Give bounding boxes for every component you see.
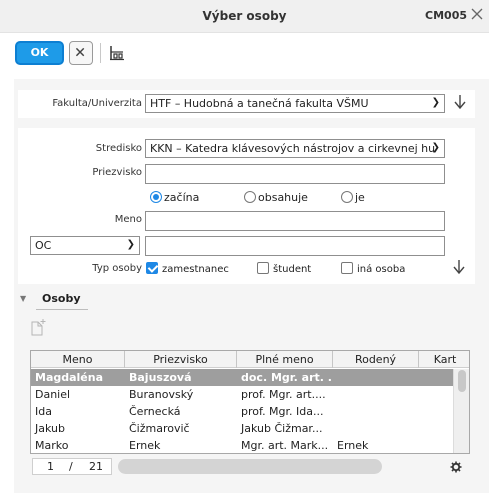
table-row[interactable]: Marko Ernek Mgr. art. Mark... Ernek bbox=[31, 437, 455, 453]
cell-plne-meno: Jakub Čižmar... bbox=[241, 422, 323, 435]
checkbox-student[interactable]: študent bbox=[257, 262, 311, 276]
radio-zacina-label: začína bbox=[164, 191, 200, 204]
stredisko-value: KKN – Katedra klávesových nástrojov a ci… bbox=[150, 142, 436, 155]
meno-label: Meno bbox=[114, 214, 142, 225]
oc-select-value: OC bbox=[35, 239, 52, 252]
page-total: 21 bbox=[89, 460, 103, 473]
radio-obsahuje-label: obsahuje bbox=[258, 191, 308, 204]
table-row[interactable]: Magdaléna Bajuszová doc. Mgr. art. ... bbox=[31, 369, 455, 386]
cell-priezvisko: Černecká bbox=[129, 405, 181, 418]
chevron-down-icon: ❯ bbox=[431, 97, 440, 108]
radio-dot bbox=[150, 191, 162, 203]
cell-meno: Marko bbox=[35, 439, 69, 452]
vertical-scrollbar[interactable] bbox=[453, 369, 469, 453]
cell-plne-meno: prof. Mgr. art.... bbox=[241, 388, 326, 401]
column-header-kart[interactable]: Kart bbox=[419, 351, 469, 368]
cell-rodeny bbox=[335, 369, 419, 386]
stredisko-select[interactable]: KKN – Katedra klávesových nástrojov a ci… bbox=[145, 139, 445, 158]
table-row[interactable]: Ida Černecká prof. Mgr. Ida... bbox=[31, 403, 455, 420]
radio-zacina[interactable]: začína bbox=[150, 191, 199, 205]
faculty-select[interactable]: HTF – Hudobná a tanečná fakulta VŠMU ❯ bbox=[145, 94, 445, 113]
radio-dot bbox=[244, 191, 256, 203]
radio-je-label: je bbox=[355, 191, 365, 204]
cell-plne-meno: doc. Mgr. art. ... bbox=[241, 371, 333, 384]
checkbox-box bbox=[257, 262, 269, 274]
window-title: Výber osoby bbox=[202, 9, 287, 23]
priezvisko-label: Priezvisko bbox=[92, 167, 142, 178]
radio-dot bbox=[341, 191, 353, 203]
oc-select[interactable]: OC ❯ bbox=[30, 236, 140, 255]
hierarchy-icon[interactable] bbox=[107, 43, 127, 63]
checkbox-ina-osoba[interactable]: iná osoba bbox=[341, 262, 405, 276]
chevron-down-icon: ❯ bbox=[126, 239, 135, 250]
column-header-priezvisko[interactable]: Priezvisko bbox=[125, 351, 237, 368]
priezvisko-input[interactable] bbox=[145, 164, 445, 184]
column-header-plne-meno[interactable]: Plné meno bbox=[237, 351, 333, 368]
osoby-underline bbox=[36, 309, 88, 310]
osoby-section-header[interactable]: ▼ Osoby bbox=[14, 288, 489, 310]
page-current: 1 bbox=[47, 460, 54, 473]
table-header: Meno Priezvisko Plné meno Rodený Kart bbox=[31, 351, 469, 368]
window-code: CM005 bbox=[425, 9, 467, 22]
cell-meno: Jakub bbox=[35, 422, 65, 435]
checkbox-ina-osoba-label: iná osoba bbox=[357, 264, 406, 275]
table-row[interactable]: Jakub Čižmarovič Jakub Čižmar... bbox=[31, 420, 455, 437]
cell-plne-meno: Mgr. art. Mark... bbox=[241, 439, 329, 452]
cell-meno: Daniel bbox=[35, 388, 71, 401]
close-icon[interactable] bbox=[469, 6, 485, 22]
cell-meno: Ida bbox=[35, 405, 52, 418]
page-separator: / bbox=[69, 460, 73, 473]
osoby-title: Osoby bbox=[42, 292, 81, 305]
arrow-down-icon[interactable] bbox=[452, 259, 466, 275]
meno-input[interactable] bbox=[145, 211, 445, 231]
toolbar: OK bbox=[0, 34, 489, 72]
stredisko-label: Stredisko bbox=[95, 143, 142, 154]
checkbox-zamestnanec[interactable]: zamestnanec bbox=[146, 262, 229, 276]
arrow-down-icon[interactable] bbox=[453, 94, 467, 110]
cell-priezvisko: Čižmarovič bbox=[129, 422, 190, 435]
checkbox-zamestnanec-label: zamestnanec bbox=[162, 264, 229, 275]
ok-button[interactable]: OK bbox=[15, 41, 64, 65]
page-indicator[interactable]: 1 / 21 bbox=[32, 458, 112, 475]
chevron-down-icon: ❯ bbox=[431, 142, 440, 153]
cancel-button[interactable] bbox=[69, 41, 93, 65]
column-header-meno[interactable]: Meno bbox=[31, 351, 125, 368]
cell-rodeny bbox=[335, 386, 419, 403]
collapse-triangle-icon: ▼ bbox=[20, 294, 27, 303]
cell-priezvisko: Ernek bbox=[129, 439, 161, 452]
typ-osoby-label: Typ osoby bbox=[92, 263, 142, 274]
toolbar-divider bbox=[100, 43, 101, 63]
checkbox-box bbox=[146, 262, 158, 274]
vertical-scroll-thumb[interactable] bbox=[458, 370, 466, 392]
faculty-label: Fakulta/Univerzita bbox=[52, 98, 142, 109]
radio-obsahuje[interactable]: obsahuje bbox=[244, 191, 308, 205]
cell-priezvisko: Bajuszová bbox=[129, 371, 192, 384]
cell-priezvisko: Buranovský bbox=[129, 388, 194, 401]
table-pager: 1 / 21 bbox=[30, 457, 470, 477]
checkbox-student-label: študent bbox=[273, 264, 312, 275]
table-row[interactable]: Daniel Buranovský prof. Mgr. art.... bbox=[31, 386, 455, 403]
x-icon bbox=[75, 47, 85, 57]
column-header-rodeny[interactable]: Rodený bbox=[333, 351, 419, 368]
cell-meno: Magdaléna bbox=[35, 371, 104, 384]
osoby-table: Meno Priezvisko Plné meno Rodený Kart Ma… bbox=[30, 350, 470, 454]
cell-rodeny bbox=[335, 420, 419, 437]
title-bar: Výber osoby CM005 bbox=[0, 0, 489, 33]
cell-rodeny bbox=[335, 403, 419, 420]
checkbox-box bbox=[341, 262, 353, 274]
cell-plne-meno: prof. Mgr. Ida... bbox=[241, 405, 324, 418]
new-record-icon[interactable] bbox=[30, 318, 46, 336]
faculty-value: HTF – Hudobná a tanečná fakulta VŠMU bbox=[150, 97, 369, 110]
cell-rodeny: Ernek bbox=[337, 439, 369, 452]
radio-je[interactable]: je bbox=[341, 191, 365, 205]
horizontal-scrollbar[interactable] bbox=[118, 459, 382, 474]
gear-icon[interactable] bbox=[450, 461, 462, 473]
oc-input[interactable] bbox=[145, 236, 445, 256]
